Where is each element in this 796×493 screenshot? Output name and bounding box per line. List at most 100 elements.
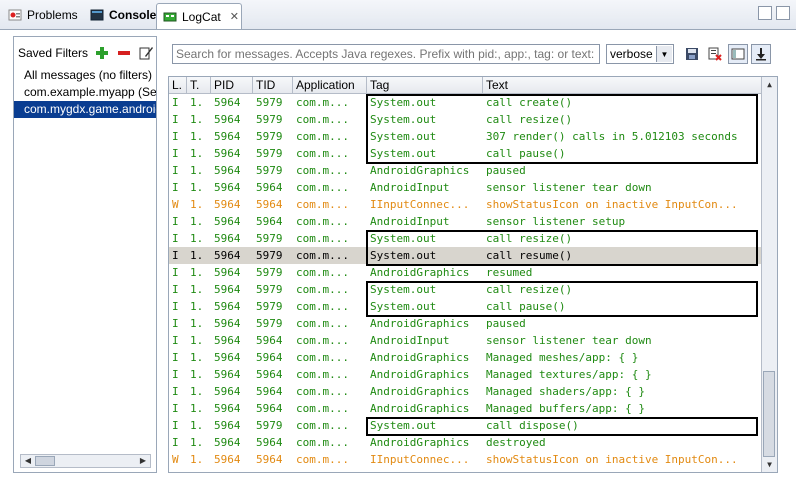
table-row[interactable]: I 1. 5964 5979 com.m... System.out call resize… bbox=[169, 281, 763, 298]
cell-text: call pause() bbox=[486, 300, 566, 313]
add-filter-button[interactable] bbox=[94, 45, 110, 61]
table-row[interactable]: I 1. 5964 5964 com.m... AndroidInput sensor li… bbox=[169, 179, 763, 196]
table-header: L. T. PID TID Application Tag Text bbox=[169, 77, 763, 94]
tab-console[interactable]: Console bbox=[84, 3, 162, 27]
cell-pid: 5964 bbox=[214, 453, 241, 466]
table-row[interactable]: I 1. 5964 5979 com.m... System.out call resize… bbox=[169, 230, 763, 247]
save-icon bbox=[686, 48, 698, 60]
cell-pid: 5964 bbox=[214, 249, 241, 262]
cell-pid: 5964 bbox=[214, 96, 241, 109]
cell-time: 1. bbox=[190, 147, 204, 160]
table-row[interactable]: I 1. 5964 5964 com.m... AndroidGraphics Manage… bbox=[169, 366, 763, 383]
cell-level: I bbox=[172, 96, 179, 109]
save-log-button[interactable] bbox=[682, 44, 702, 64]
cell-application: com.m... bbox=[296, 181, 349, 194]
scroll-lock-button[interactable] bbox=[751, 44, 771, 64]
tab-logcat[interactable]: LogCat ✕ bbox=[156, 3, 242, 29]
cell-text: Managed meshes/app: { } bbox=[486, 351, 639, 364]
cell-level: I bbox=[172, 402, 179, 415]
saved-filters-title: Saved Filters bbox=[18, 46, 89, 60]
clear-log-button[interactable] bbox=[705, 44, 725, 64]
table-row[interactable]: I 1. 5964 5964 com.m... AndroidGraphics Manage… bbox=[169, 400, 763, 417]
table-row[interactable]: I 1. 5964 5979 com.m... System.out call pause(… bbox=[169, 298, 763, 315]
toggle-filters-panel-button[interactable] bbox=[728, 44, 748, 64]
cell-tag: AndroidInput bbox=[370, 334, 450, 347]
table-row[interactable]: W 1. 5964 5964 com.m... IInputConnec... showSt… bbox=[169, 196, 763, 213]
table-row[interactable]: I 1. 5964 5979 com.m... AndroidGraphics resume… bbox=[169, 264, 763, 281]
minimize-button[interactable] bbox=[758, 6, 772, 20]
scroll-down-icon[interactable]: ▼ bbox=[762, 457, 777, 472]
filter-item-mygdx[interactable]: com.mygdx.game.android ( bbox=[14, 101, 156, 118]
remove-filter-button[interactable] bbox=[116, 45, 132, 61]
column-header-application[interactable]: Application bbox=[293, 77, 367, 93]
cell-tid: 5979 bbox=[256, 130, 283, 143]
cell-tag: IInputConnec... bbox=[370, 198, 470, 211]
cell-tag: AndroidGraphics bbox=[370, 266, 470, 279]
edit-icon bbox=[139, 47, 154, 60]
filter-item-example[interactable]: com.example.myapp (Sessi bbox=[14, 84, 156, 101]
table-row[interactable]: I 1. 5964 5964 com.m... AndroidGraphics Manage… bbox=[169, 349, 763, 366]
cell-tag: AndroidGraphics bbox=[370, 368, 470, 381]
scroll-up-icon[interactable]: ▲ bbox=[762, 77, 777, 92]
column-header-time[interactable]: T. bbox=[187, 77, 211, 93]
cell-pid: 5964 bbox=[214, 334, 241, 347]
table-row[interactable]: I 1. 5964 5979 com.m... System.out call dispos… bbox=[169, 417, 763, 434]
cell-tag: System.out bbox=[370, 232, 437, 245]
cell-application: com.m... bbox=[296, 436, 349, 449]
cell-application: com.m... bbox=[296, 266, 349, 279]
plus-icon bbox=[96, 47, 109, 59]
table-row[interactable]: I 1. 5964 5964 com.m... AndroidGraphics Manage… bbox=[169, 383, 763, 400]
cell-text: call resume() bbox=[486, 249, 573, 262]
cell-application: com.m... bbox=[296, 368, 349, 381]
cell-level: I bbox=[172, 334, 179, 347]
log-level-select[interactable]: verbose ▼ bbox=[606, 44, 674, 64]
cell-tag: AndroidInput bbox=[370, 215, 450, 228]
cell-text: sensor listener tear down bbox=[486, 334, 652, 347]
cell-text: showStatusIcon on inactive InputCon... bbox=[486, 198, 738, 211]
cell-tid: 5979 bbox=[256, 232, 283, 245]
scroll-thumb[interactable] bbox=[35, 456, 55, 466]
table-row[interactable]: I 1. 5964 5979 com.m... System.out call resume… bbox=[169, 247, 763, 264]
column-header-pid[interactable]: PID bbox=[211, 77, 253, 93]
cell-tag: AndroidGraphics bbox=[370, 436, 470, 449]
tab-label: Problems bbox=[27, 8, 78, 22]
cell-pid: 5964 bbox=[214, 402, 241, 415]
tab-problems[interactable]: Problems bbox=[2, 3, 84, 27]
column-header-level[interactable]: L. bbox=[169, 77, 187, 93]
column-header-text[interactable]: Text bbox=[483, 77, 763, 93]
column-header-tid[interactable]: TID bbox=[253, 77, 293, 93]
scroll-thumb[interactable] bbox=[763, 371, 775, 457]
cell-pid: 5964 bbox=[214, 232, 241, 245]
cell-tag: AndroidGraphics bbox=[370, 164, 470, 177]
cell-application: com.m... bbox=[296, 164, 349, 177]
search-input[interactable] bbox=[172, 44, 600, 64]
table-row[interactable]: I 1. 5964 5979 com.m... System.out call create… bbox=[169, 94, 763, 111]
saved-filters-panel: Saved Filters All messages (no filters) … bbox=[13, 36, 157, 473]
table-row[interactable]: I 1. 5964 5964 com.m... AndroidInput sensor li… bbox=[169, 213, 763, 230]
edit-filter-button[interactable] bbox=[138, 45, 154, 61]
filter-item-all[interactable]: All messages (no filters) (34 bbox=[14, 67, 156, 84]
column-header-tag[interactable]: Tag bbox=[367, 77, 483, 93]
table-row[interactable]: I 1. 5964 5979 com.m... System.out call resize… bbox=[169, 111, 763, 128]
log-vertical-scrollbar[interactable]: ▲ ▼ bbox=[761, 77, 777, 472]
cell-text: call create() bbox=[486, 96, 573, 109]
close-icon[interactable]: ✕ bbox=[230, 10, 239, 23]
table-row[interactable]: I 1. 5964 5964 com.m... AndroidGraphics destro… bbox=[169, 434, 763, 451]
cell-pid: 5964 bbox=[214, 436, 241, 449]
table-row[interactable]: I 1. 5964 5979 com.m... System.out call pause(… bbox=[169, 145, 763, 162]
table-row[interactable]: I 1. 5964 5979 com.m... AndroidGraphics paused bbox=[169, 315, 763, 332]
table-row[interactable]: I 1. 5964 5979 com.m... AndroidGraphics paused bbox=[169, 162, 763, 179]
cell-time: 1. bbox=[190, 96, 204, 109]
cell-tag: AndroidGraphics bbox=[370, 385, 470, 398]
table-row[interactable]: I 1. 5964 5964 com.m... AndroidInput sensor li… bbox=[169, 332, 763, 349]
table-row[interactable]: I 1. 5964 5979 com.m... System.out 307 render(… bbox=[169, 128, 763, 145]
cell-tid: 5964 bbox=[256, 181, 283, 194]
maximize-button[interactable] bbox=[776, 6, 790, 20]
filters-horizontal-scrollbar[interactable]: ◀ ▶ bbox=[20, 454, 151, 468]
cell-time: 1. bbox=[190, 453, 204, 466]
cell-application: com.m... bbox=[296, 283, 349, 296]
scroll-right-icon[interactable]: ▶ bbox=[136, 455, 150, 467]
table-row[interactable]: W 1. 5964 5964 com.m... IInputConnec... showSt… bbox=[169, 451, 763, 468]
scroll-left-icon[interactable]: ◀ bbox=[21, 455, 35, 467]
cell-tid: 5979 bbox=[256, 249, 283, 262]
